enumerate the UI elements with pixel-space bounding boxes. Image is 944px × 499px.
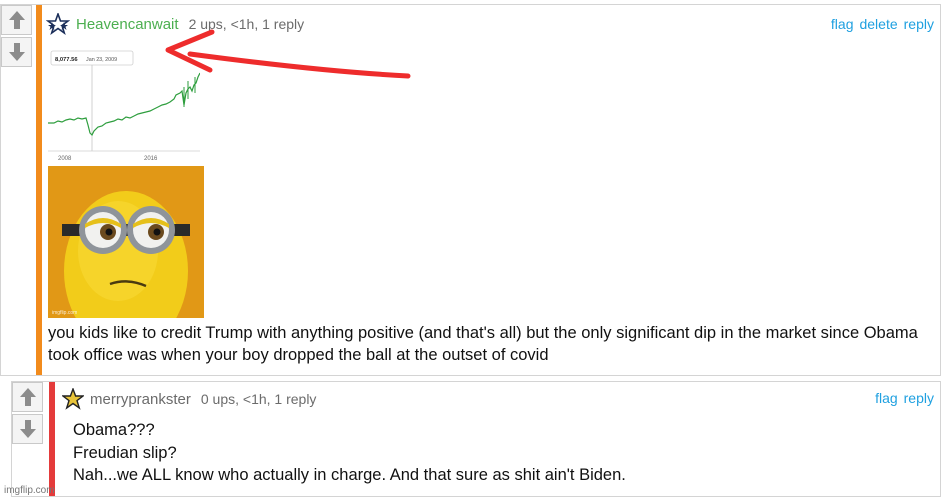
comment-header: merryprankster 0 ups, <1h, 1 reply xyxy=(62,388,317,410)
upvote-button[interactable] xyxy=(12,382,43,412)
comment-actions: flag delete reply xyxy=(831,16,934,32)
delete-link[interactable]: delete xyxy=(859,16,897,32)
vote-column xyxy=(12,382,44,444)
arrow-up-icon xyxy=(19,388,36,406)
image-small-caption: imgflip.com xyxy=(52,310,77,316)
username[interactable]: merryprankster xyxy=(90,391,191,408)
star-badge-icon[interactable] xyxy=(62,388,84,410)
downvote-button[interactable] xyxy=(1,37,32,67)
chart-x-tick-2016: 2016 xyxy=(144,156,158,162)
comment-line: Nah...we ALL know who actually in charge… xyxy=(73,466,626,484)
red-arrow-annotation xyxy=(165,29,411,79)
downvote-button[interactable] xyxy=(12,414,43,444)
vote-column xyxy=(1,5,33,67)
reply-link[interactable]: reply xyxy=(904,16,934,32)
comment-text: Obama??? Freudian slip? Nah...we ALL kno… xyxy=(73,419,933,487)
minion-meme-image: imgflip.com xyxy=(48,166,204,318)
user-badge-icon[interactable] xyxy=(46,13,70,35)
comment-line: Freudian slip? xyxy=(73,443,177,462)
comment-meta: 0 ups, <1h, 1 reply xyxy=(200,391,317,407)
comment-accent-bar xyxy=(49,382,55,496)
comment-heavencanwait: Heavencanwait 2 ups, <1h, 1 reply flag d… xyxy=(0,4,941,376)
arrow-down-icon xyxy=(19,420,36,438)
comment-accent-bar xyxy=(36,5,42,375)
arrow-down-icon xyxy=(8,43,25,61)
arrow-up-icon xyxy=(8,11,25,29)
chart-tooltip-date: Jan 23, 2009 xyxy=(86,57,117,63)
watermark: imgflip.com xyxy=(4,485,55,496)
comment-merryprankster: merryprankster 0 ups, <1h, 1 reply flag … xyxy=(11,381,941,497)
chart-x-tick-2008: 2008 xyxy=(58,156,72,162)
comment-line: Obama??? xyxy=(73,421,155,439)
comment-text: you kids like to credit Trump with anyth… xyxy=(48,324,918,364)
upvote-button[interactable] xyxy=(1,5,32,35)
chart-tooltip-value: 8,077.56 xyxy=(55,57,78,63)
comment-actions: flag reply xyxy=(875,390,934,406)
flag-link[interactable]: flag xyxy=(831,16,854,32)
flag-link[interactable]: flag xyxy=(875,390,898,406)
reply-link[interactable]: reply xyxy=(904,390,934,406)
